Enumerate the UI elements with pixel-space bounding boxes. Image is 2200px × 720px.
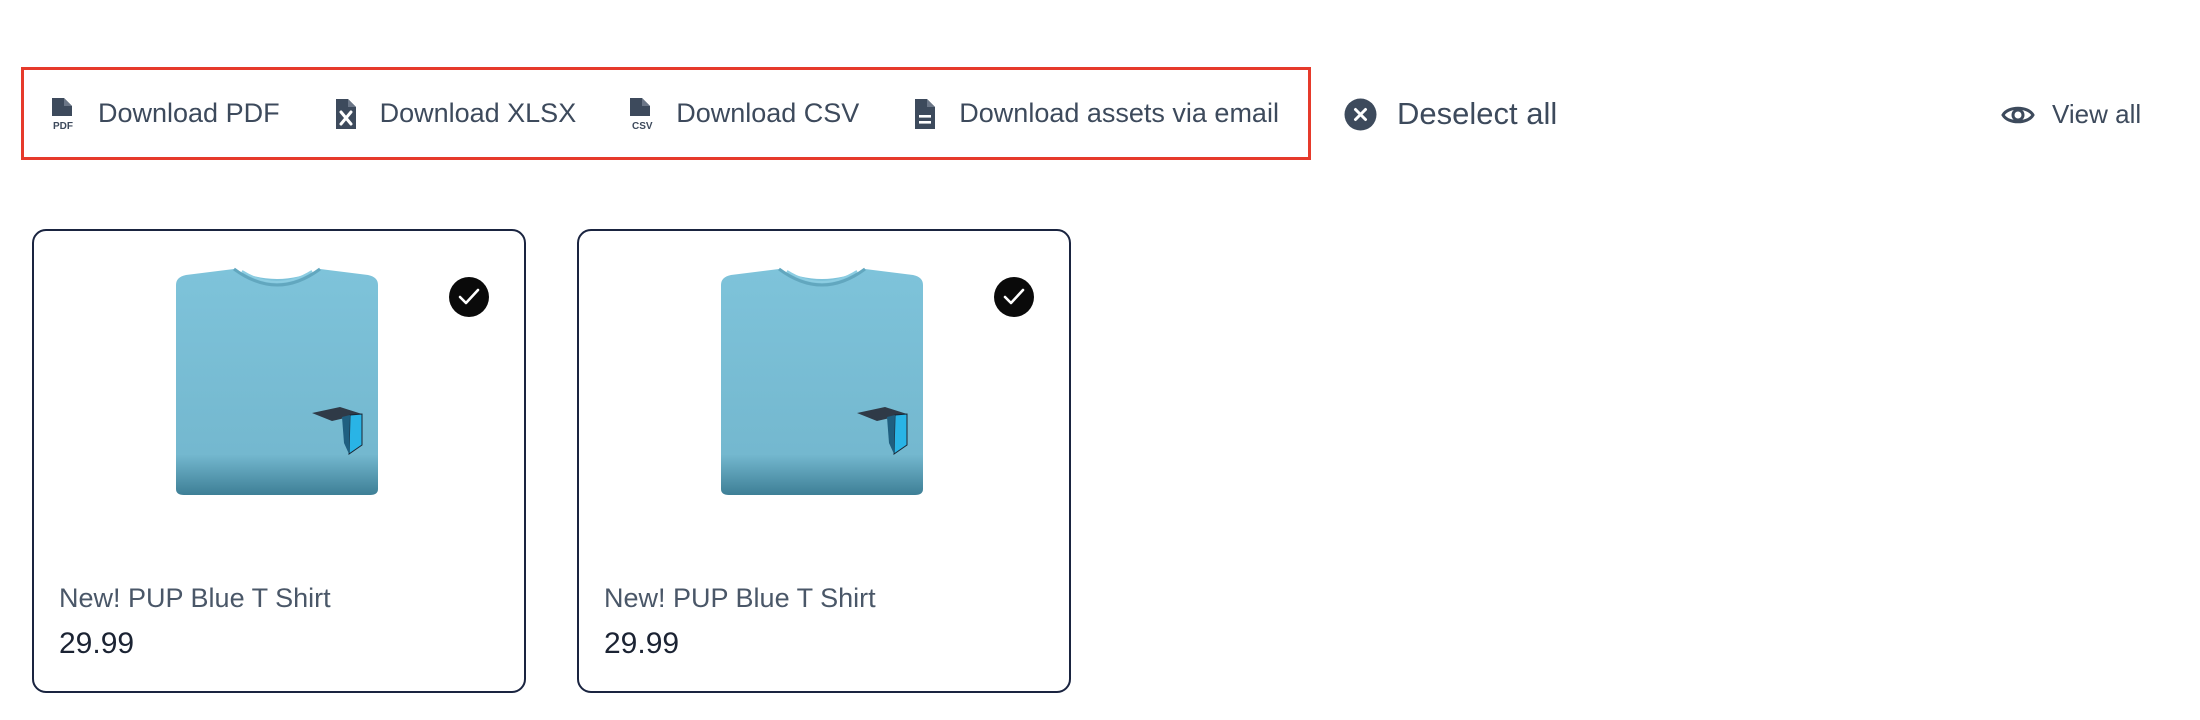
- file-csv-icon: CSV: [626, 96, 660, 132]
- product-selection-page: PDF Download PDF Download XLSX CSV Downl…: [0, 0, 2200, 720]
- close-circle-icon: [1344, 98, 1377, 131]
- file-pdf-icon: PDF: [48, 96, 82, 132]
- product-name: New! PUP Blue T Shirt: [59, 583, 331, 613]
- download-csv-label: Download CSV: [676, 98, 860, 128]
- view-all-label: View all: [2052, 99, 2142, 129]
- file-document-icon: [909, 96, 943, 132]
- svg-text:CSV: CSV: [632, 121, 653, 132]
- blue-t-shirt-image: [717, 267, 927, 497]
- download-xlsx-label: Download XLSX: [379, 98, 577, 128]
- download-csv-button[interactable]: CSV Download CSV: [626, 96, 859, 132]
- product-price: 29.99: [604, 627, 680, 660]
- selected-check-icon[interactable]: [449, 277, 489, 317]
- download-pdf-label: Download PDF: [98, 98, 280, 128]
- deselect-all-label: Deselect all: [1397, 96, 1558, 131]
- eye-icon: [2001, 102, 2035, 128]
- svg-text:PDF: PDF: [53, 121, 73, 132]
- blue-t-shirt-image: [172, 267, 382, 497]
- selected-check-icon[interactable]: [994, 277, 1034, 317]
- product-price: 29.99: [59, 627, 135, 660]
- download-pdf-button[interactable]: PDF Download PDF: [48, 96, 280, 132]
- deselect-all-button[interactable]: Deselect all: [1344, 96, 1557, 132]
- product-name: New! PUP Blue T Shirt: [604, 583, 876, 613]
- download-toolbar: PDF Download PDF Download XLSX CSV Downl…: [21, 67, 1311, 160]
- download-assets-email-label: Download assets via email: [959, 98, 1279, 128]
- download-xlsx-button[interactable]: Download XLSX: [330, 96, 577, 132]
- file-excel-icon: [330, 96, 364, 132]
- view-all-button[interactable]: View all: [2001, 99, 2141, 130]
- product-card[interactable]: New! PUP Blue T Shirt 29.99: [32, 229, 526, 693]
- download-assets-email-button[interactable]: Download assets via email: [909, 96, 1279, 132]
- product-card[interactable]: New! PUP Blue T Shirt 29.99: [577, 229, 1071, 693]
